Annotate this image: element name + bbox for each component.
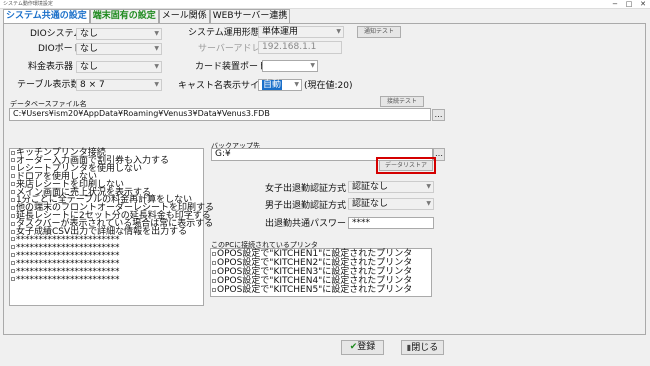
printer-label: OPOS設定で"KITCHEN5"に設定されたプリンタ [217,285,413,295]
printers-list: OPOS設定で"KITCHEN1"に設定されたプリンタ OPOS設定で"KITCH… [210,248,432,297]
checkbox-icon[interactable] [11,158,15,163]
checkbox-icon[interactable] [11,237,15,242]
maximize-button[interactable]: □ [622,0,636,9]
data-restore-button[interactable]: データリストア [379,160,433,171]
db-file-browse-button[interactable]: … [432,109,445,121]
checkbox-icon[interactable] [11,229,15,234]
chevron-down-icon: ▼ [310,62,315,69]
table-count-value: 8 × 7 [80,80,105,90]
tab-strip: システム共通の設定 端末固有の設定 メール関係 WEBサーバー連携 [3,9,291,24]
dio-port-select[interactable]: なし ▼ [76,43,162,55]
checkbox-icon[interactable] [11,205,15,210]
male-auth-value: 認証なし [352,199,389,209]
male-auth-select[interactable]: 認証なし ▼ [348,198,434,210]
checkbox-icon[interactable] [11,253,15,258]
window-title: システム動作環境設定 [3,1,53,7]
checkbox-icon[interactable] [11,261,15,266]
female-auth-label: 女子出退勤認証方式 [265,184,347,194]
cast-size-label: キャスト名表示サイズ [178,81,268,91]
db-file-input[interactable]: C:¥Users¥ism20¥AppData¥Roaming¥Venus3¥Da… [9,108,431,121]
system-mode-select[interactable]: 単体運用 ▼ [258,26,344,38]
option-label: *********************** [16,274,120,285]
server-address-input[interactable]: 192.168.1.1 [258,41,342,54]
chevron-down-icon: ▼ [154,81,159,88]
checkbox-icon[interactable] [212,260,216,265]
checkbox-icon[interactable] [11,269,15,274]
checkbox-icon[interactable] [212,269,216,274]
card-port-label: カード装置ポート [195,62,268,72]
chevron-down-icon: ▼ [336,28,341,35]
male-auth-label: 男子出退勤認証方式 [265,201,347,211]
password-label: 出退勤共通パスワード [265,219,356,229]
chevron-down-icon: ▼ [294,81,299,88]
printer-item[interactable]: OPOS設定で"KITCHEN5"に設定されたプリンタ [212,286,431,295]
options-list-items: キッチンプリンタ接続 オーダー入力画面で割引券も入力する レシートプリンタを使用しな… [10,149,214,285]
checkbox-icon[interactable] [11,213,15,218]
chevron-down-icon: ▼ [426,183,431,190]
checkbox-icon[interactable] [212,251,216,256]
female-auth-select[interactable]: 認証なし ▼ [348,181,434,193]
fare-display-label: 料金表示器 [28,62,74,72]
cast-size-value: 自動 [262,80,283,90]
option-item[interactable]: *********************** [11,274,203,285]
table-count-select[interactable]: 8 × 7 ▼ [76,79,162,91]
options-list: キッチンプリンタ接続 オーダー入力画面で割引券も入力する レシートプリンタを使用しな… [9,148,214,306]
female-auth-value: 認証なし [352,182,389,192]
title-bar: システム動作環境設定 − □ ✕ [0,0,650,9]
system-mode-label: システム運用形態 [188,28,260,38]
checkbox-icon[interactable] [11,197,15,202]
checkbox-icon[interactable] [212,278,216,283]
card-port-select[interactable]: ▼ [262,60,318,72]
chevron-down-icon: ▼ [426,200,431,207]
tab-system-common[interactable]: システム共通の設定 [3,9,90,24]
fare-display-value: なし [80,62,99,72]
system-mode-value: 単体運用 [262,27,299,37]
checkbox-icon[interactable] [11,150,15,155]
register-button[interactable]: ✔登録 [341,340,384,355]
tab-mail[interactable]: メール関係 [158,9,210,24]
dio-system-value: なし [80,29,99,39]
minimize-button[interactable]: − [608,0,622,9]
password-input[interactable]: **** [348,217,434,229]
checkbox-icon[interactable] [11,182,15,187]
cast-size-current: (現在値:20) [304,81,353,91]
checkbox-icon[interactable] [11,245,15,250]
checkbox-icon[interactable] [212,287,216,292]
dio-system-select[interactable]: なし ▼ [76,28,162,40]
table-count-label: テーブル表示数 [17,80,80,90]
cast-size-select[interactable]: 自動 ▼ [258,79,302,91]
checkbox-icon[interactable] [11,221,15,226]
printers-list-items: OPOS設定で"KITCHEN1"に設定されたプリンタ OPOS設定で"KITCH… [211,249,431,295]
tab-terminal-specific[interactable]: 端末固有の設定 [89,9,159,24]
chevron-down-icon: ▼ [154,30,159,37]
notify-test-button[interactable]: 通知テスト [357,26,401,38]
chevron-down-icon: ▼ [154,63,159,70]
checkbox-icon[interactable] [11,277,15,281]
fare-display-select[interactable]: なし ▼ [76,61,162,73]
connection-test-button[interactable]: 接続テスト [380,96,424,107]
checkbox-icon[interactable] [11,166,15,171]
register-label: 登録 [357,342,376,352]
dio-system-label: DIOシステム [30,29,83,39]
chevron-down-icon: ▼ [154,45,159,52]
checkbox-icon[interactable] [11,174,15,179]
close-window-button[interactable]: ✕ [636,0,650,9]
tab-web-server[interactable]: WEBサーバー連携 [209,9,291,24]
dio-port-value: なし [80,44,99,54]
close-label: 閉じる [411,343,439,353]
checkbox-icon[interactable] [11,190,15,195]
close-button[interactable]: ▮閉じる [401,340,444,355]
